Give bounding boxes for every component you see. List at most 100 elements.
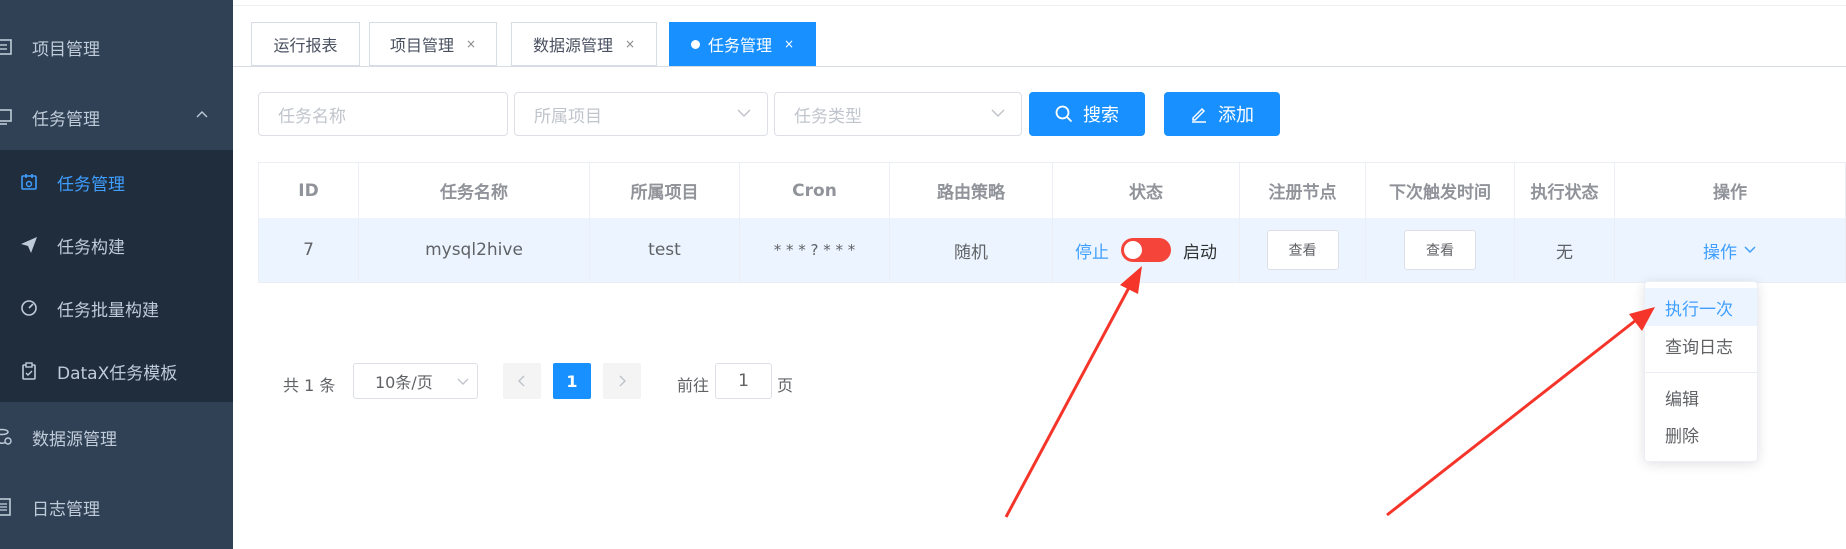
sidebar-item-project[interactable]: 项目管理 [0,16,233,78]
header-nodes: 注册节点 [1240,163,1366,218]
cell-exec-status: 无 [1515,218,1615,282]
submenu-item-label: 任务批量构建 [57,300,159,321]
log-icon [0,498,11,516]
close-icon[interactable]: × [784,37,794,51]
tab-task-management[interactable]: 任务管理 × [669,22,816,66]
edit-icon [1192,107,1206,123]
cell-nodes: 查看 [1240,218,1366,282]
menu-item-delete[interactable]: 删除 [1645,415,1757,453]
cell-cron: * * * ? * * * [740,218,890,282]
page-size-value: 10条/页 [375,373,433,392]
tab-datasource-management[interactable]: 数据源管理 × [511,22,657,66]
cell-route: 随机 [890,218,1053,282]
tab-project-management[interactable]: 项目管理 × [369,22,497,66]
menu-item-run-once[interactable]: 执行一次 [1645,288,1757,326]
operation-dropdown-trigger[interactable]: 操作 [1703,238,1737,263]
sidebar-item-label: 日志管理 [32,499,100,520]
header-cron: Cron [740,163,890,218]
active-dot-icon [690,39,700,49]
dashboard-icon [21,300,37,316]
search-label: 搜索 [1083,105,1119,126]
page-size-select[interactable]: 10条/页 [353,363,478,399]
submenu-item-label: DataX任务模板 [57,363,178,384]
tab-label: 任务管理 [707,36,772,55]
chevron-down-icon [457,378,469,385]
cell-operation: 操作 [1615,218,1845,282]
submenu-item-task-management[interactable]: 任务管理 [0,151,233,213]
sidebar-item-datasource[interactable]: 数据源管理 [0,406,233,468]
header-task-name: 任务名称 [359,163,590,218]
search-icon [1055,105,1073,123]
add-label: 添加 [1218,105,1254,126]
sidebar-item-label: 项目管理 [32,39,100,60]
project-placeholder: 所属项目 [534,106,602,127]
menu-item-query-log[interactable]: 查询日志 [1645,326,1757,364]
cell-task-name: mysql2hive [359,218,590,282]
page-number-current[interactable]: 1 [553,363,591,399]
table-row: 7 mysql2hive test * * * ? * * * 随机 停止 启动… [259,218,1845,282]
calendar-icon [21,174,37,190]
search-button[interactable]: 搜索 [1029,92,1145,136]
add-button[interactable]: 添加 [1164,92,1280,136]
task-type-placeholder: 任务类型 [794,106,862,127]
goto-suffix: 页 [777,376,794,395]
goto-page-input[interactable]: 1 [715,363,772,399]
close-icon[interactable]: × [466,37,476,51]
cell-status: 停止 启动 [1053,218,1240,282]
project-select[interactable]: 所属项目 [514,92,768,136]
view-next-trigger-button[interactable]: 查看 [1404,230,1476,270]
operation-dropdown-menu: 执行一次 查询日志 编辑 删除 [1644,281,1758,462]
close-icon[interactable]: × [625,37,635,51]
cell-project: test [590,218,740,282]
menu-divider [1645,372,1757,373]
chevron-down-icon [991,109,1005,118]
sidebar-item-label: 数据源管理 [32,429,117,450]
task-table: ID 任务名称 所属项目 Cron 路由策略 状态 注册节点 下次触发时间 执行… [258,162,1846,283]
header-project: 所属项目 [590,163,740,218]
header-route: 路由策略 [890,163,1053,218]
tabs-bar-divider [233,66,1846,67]
sidebar-submenu: 任务管理 任务构建 任务批量构建 DataX任务模板 [0,150,233,402]
submenu-item-task-build[interactable]: 任务构建 [0,214,233,276]
sidebar-item-log[interactable]: 日志管理 [0,476,233,538]
cell-next-trigger: 查看 [1366,218,1515,282]
status-start-label: 启动 [1183,242,1217,263]
prev-page-button[interactable] [503,363,541,399]
submenu-item-batch-build[interactable]: 任务批量构建 [0,277,233,339]
task-name-placeholder: 任务名称 [278,106,346,127]
status-switch[interactable] [1121,238,1171,262]
next-page-button[interactable] [603,363,641,399]
clipboard-icon [22,362,36,380]
cell-id: 7 [259,218,359,282]
status-stop-label: 停止 [1075,242,1109,263]
header-status: 状态 [1053,163,1240,218]
submenu-item-label: 任务构建 [57,237,125,258]
chevron-up-icon[interactable] [196,108,208,120]
chevron-down-icon [737,109,751,118]
send-icon [21,237,37,253]
header-divider [233,5,1846,6]
view-nodes-button[interactable]: 查看 [1266,230,1339,270]
goto-prefix: 前往 [677,376,710,395]
arrow-to-menu [1386,315,1641,517]
sidebar: 项目管理 任务管理 任务管理 任务构建 任务批量构建 DataX任务模板 数据源… [0,0,233,549]
project-icon [0,39,12,55]
sidebar-item-label: 任务管理 [32,109,100,130]
tab-label: 项目管理 [389,36,454,55]
header-operation: 操作 [1713,183,1747,203]
task-name-input[interactable]: 任务名称 [258,92,508,136]
chevron-left-icon [517,375,525,387]
task-type-select[interactable]: 任务类型 [774,92,1022,136]
datasource-icon [0,428,12,445]
header-id: ID [259,163,359,218]
chevron-down-icon[interactable] [1743,245,1757,255]
pagination-total: 共 1 条 [283,376,336,395]
header-exec-status: 执行状态 [1515,163,1615,218]
tab-label: 运行报表 [273,36,338,55]
header-next-trigger: 下次触发时间 [1366,163,1515,218]
menu-item-edit[interactable]: 编辑 [1645,378,1757,416]
monitor-icon [0,109,12,125]
submenu-item-datax-template[interactable]: DataX任务模板 [0,340,233,402]
submenu-item-label: 任务管理 [57,174,125,195]
tab-run-report[interactable]: 运行报表 [251,22,360,66]
